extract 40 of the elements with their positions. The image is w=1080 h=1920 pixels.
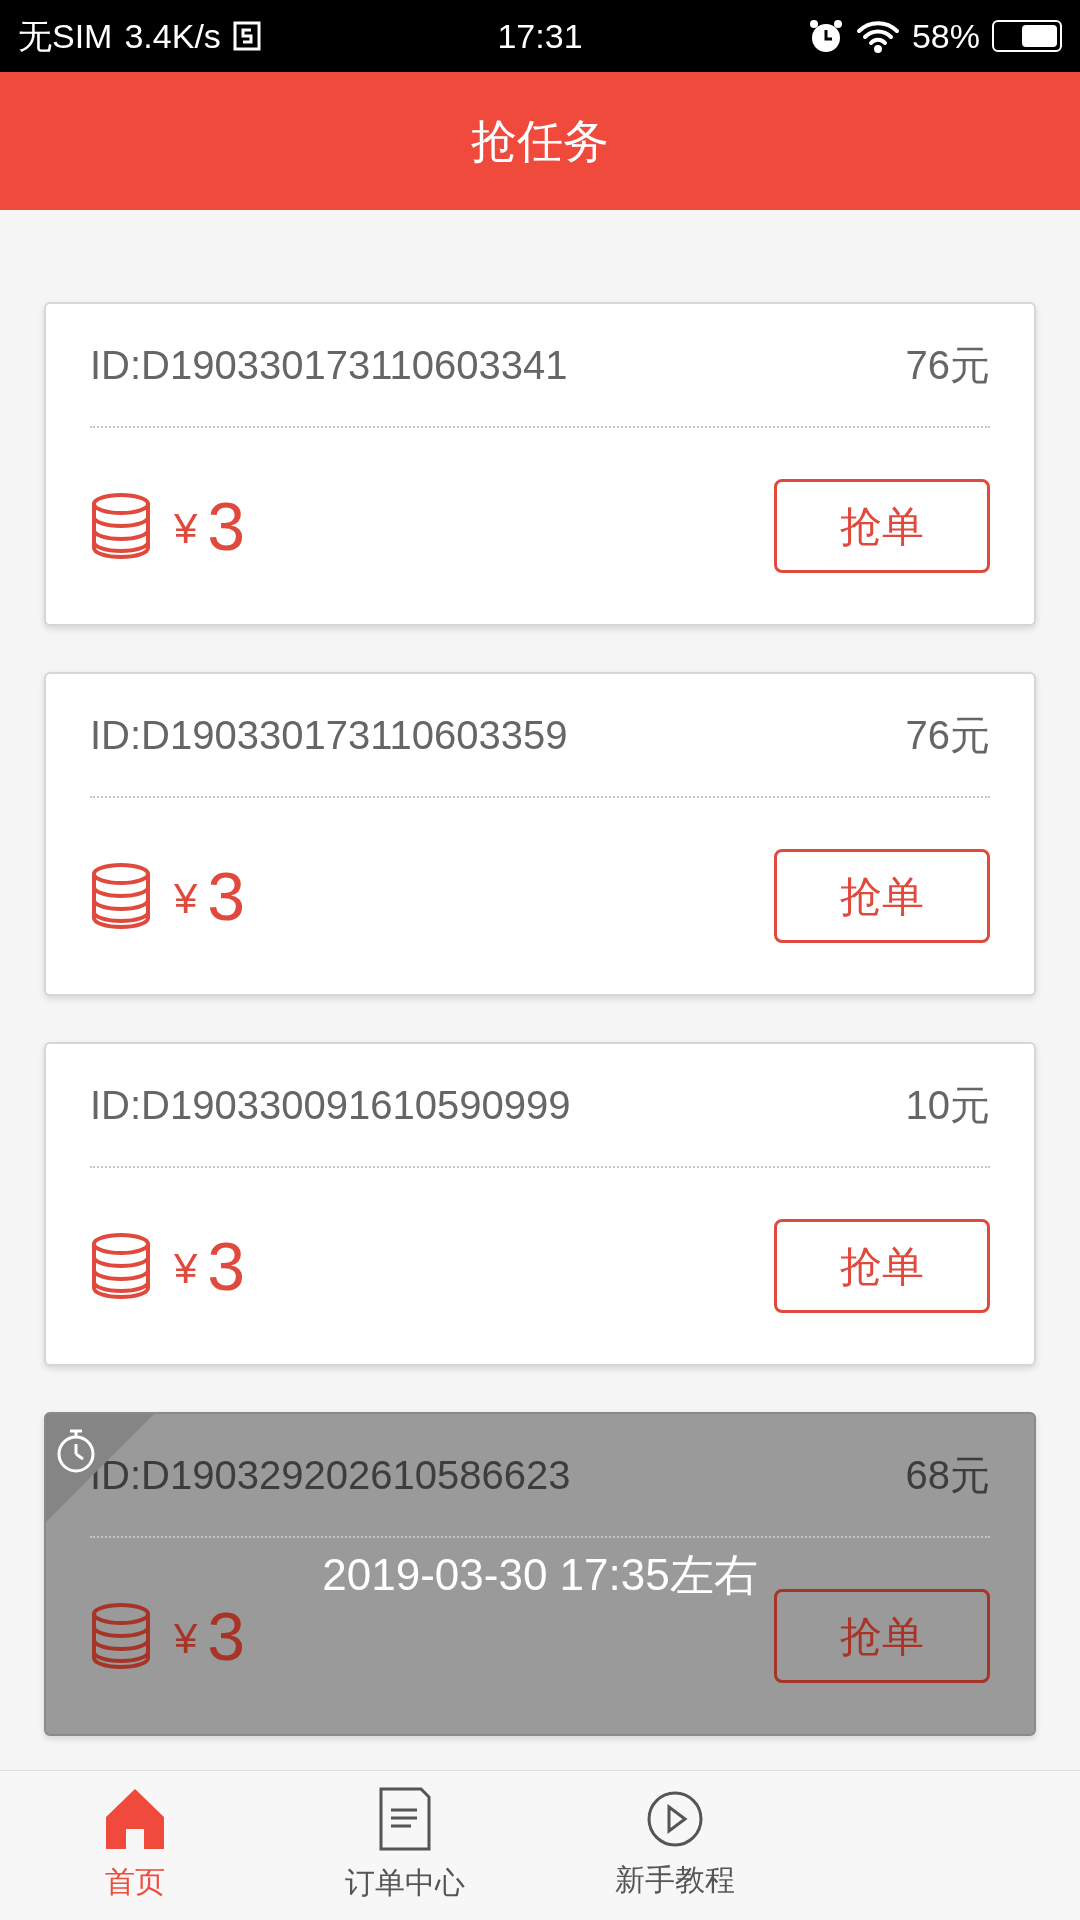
task-amount: 68元 xyxy=(905,1452,990,1499)
task-id: ID:D190330091610590999 xyxy=(90,1082,571,1129)
task-amount: 76元 xyxy=(905,712,990,759)
document-icon xyxy=(378,1786,432,1852)
home-icon xyxy=(104,1787,166,1851)
coin-stack-icon xyxy=(90,492,152,560)
reward-amount: 3 xyxy=(207,1232,246,1300)
currency-symbol: ¥ xyxy=(174,878,198,920)
task-id: ID:D190329202610586623 xyxy=(90,1452,571,1499)
task-amount: 10元 xyxy=(905,1082,990,1129)
tab-item[interactable]: 首页 xyxy=(0,1771,270,1920)
unlock-time: 2019-03-30 17:35左右 xyxy=(321,1549,759,1601)
task-id: ID:D190330173110603341 xyxy=(90,342,568,389)
tab-item[interactable]: 订单中心 xyxy=(270,1771,540,1920)
battery-percent: 58% xyxy=(911,15,980,57)
grab-order-button[interactable]: 抢单 xyxy=(774,479,990,573)
sim-icon xyxy=(232,21,261,51)
alarm-icon xyxy=(807,18,844,54)
reward-amount: 3 xyxy=(207,492,246,560)
coin-stack-icon xyxy=(90,1232,152,1300)
network-speed: 3.4K/s xyxy=(124,15,221,57)
currency-symbol: ¥ xyxy=(174,508,198,550)
task-amount: 76元 xyxy=(905,342,990,389)
grab-order-button[interactable]: 抢单 xyxy=(774,1219,990,1313)
coin-stack-icon xyxy=(90,862,152,930)
wifi-icon xyxy=(855,19,900,53)
grab-order-button[interactable]: 抢单 xyxy=(774,1589,990,1683)
currency-symbol: ¥ xyxy=(174,1618,198,1660)
reward-amount: 3 xyxy=(207,1602,246,1670)
carrier-text: 无SIM xyxy=(18,15,113,57)
clock-time: 17:31 xyxy=(497,15,583,57)
page-title: 抢任务 xyxy=(471,113,609,169)
play-circle-icon xyxy=(645,1789,705,1849)
currency-symbol: ¥ xyxy=(174,1248,198,1290)
tab-item[interactable]: 新手教程 xyxy=(540,1771,810,1920)
battery-icon xyxy=(992,20,1062,52)
reward-amount: 3 xyxy=(207,862,246,930)
coin-stack-icon xyxy=(90,1602,152,1670)
grab-order-button[interactable]: 抢单 xyxy=(774,849,990,943)
task-id: ID:D190330173110603359 xyxy=(90,712,568,759)
